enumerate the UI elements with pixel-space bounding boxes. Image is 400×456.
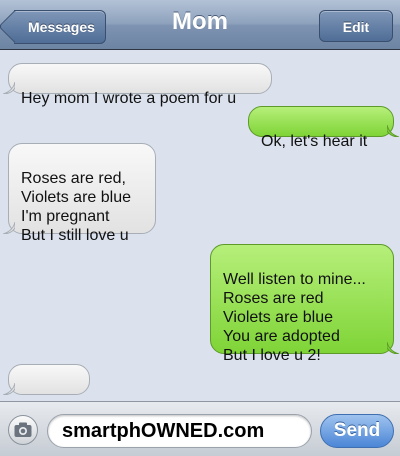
edit-button[interactable]: Edit xyxy=(319,10,393,42)
message-bubble-incoming: ............... xyxy=(3,364,90,408)
message-text: Hey mom I wrote a poem for u xyxy=(21,90,237,107)
bubble-tail-icon xyxy=(3,383,15,395)
message-bubble-outgoing: Well listen to mine... Roses are red Vio… xyxy=(210,244,399,364)
send-button[interactable]: Send xyxy=(320,414,394,448)
camera-button[interactable] xyxy=(8,415,38,445)
message-composer: smartphOWNED.com Send xyxy=(0,401,400,456)
message-input[interactable]: smartphOWNED.com xyxy=(47,414,312,448)
bubble-tail-icon xyxy=(387,125,399,137)
message-text: Ok, let's hear it xyxy=(261,133,368,150)
back-button-label: Messages xyxy=(28,19,95,35)
bubble-tail-icon xyxy=(3,222,15,234)
message-text: Well listen to mine... Roses are red Vio… xyxy=(223,271,366,364)
navigation-bar: Messages Mom Edit xyxy=(0,0,400,50)
message-bubble-incoming: Hey mom I wrote a poem for u xyxy=(3,63,272,107)
bubble-tail-icon xyxy=(387,342,399,354)
message-bubble-incoming: Roses are red, Violets are blue I'm preg… xyxy=(3,143,156,244)
bubble-tail-icon xyxy=(3,82,15,94)
message-text: Roses are red, Violets are blue I'm preg… xyxy=(21,170,131,244)
camera-icon xyxy=(14,422,32,437)
message-bubble-outgoing: Ok, let's hear it xyxy=(248,106,399,150)
